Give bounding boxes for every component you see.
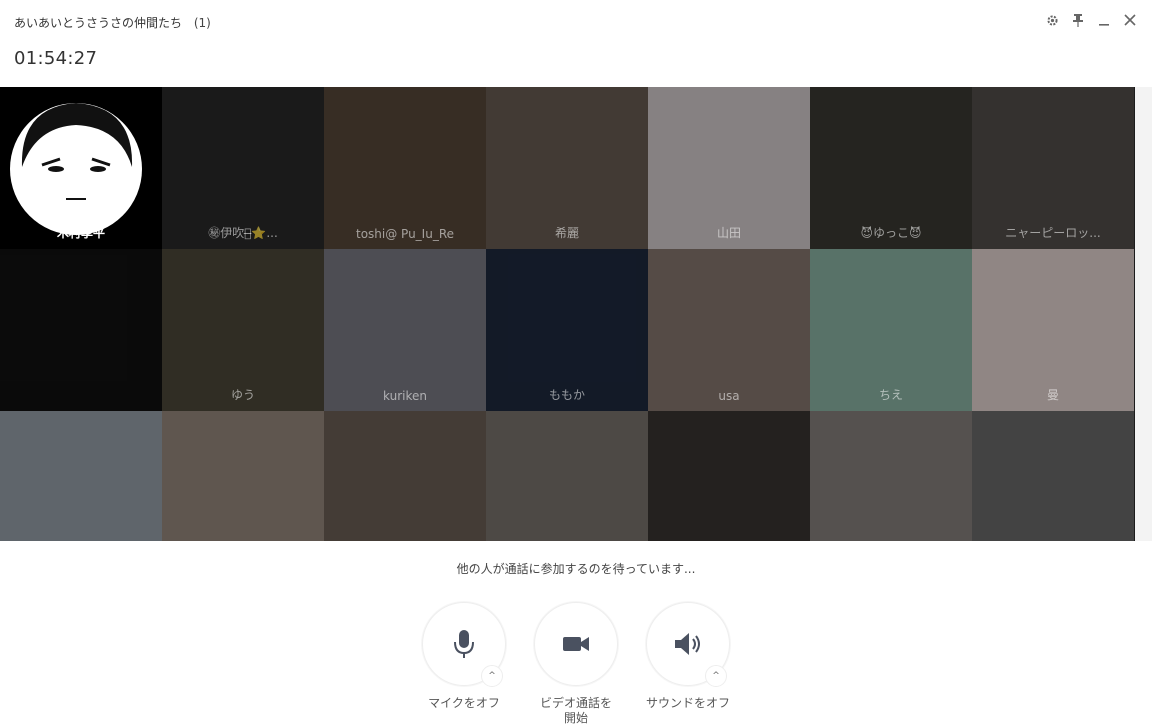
participant-name: 木村享平: [56, 226, 105, 240]
participant-name: ももか: [548, 388, 585, 402]
participant-tile[interactable]: [0, 249, 162, 411]
minimize-icon[interactable]: [1094, 10, 1114, 30]
participant-tile[interactable]: ちえ: [810, 249, 972, 411]
participant-tile[interactable]: [648, 411, 810, 541]
window-title: あいあいとうさうさの仲間たち (1): [14, 14, 211, 31]
window-controls: [1042, 10, 1140, 30]
gear-icon[interactable]: [1042, 10, 1062, 30]
participant-name: ㊙伊吹㊙̶⭐...: [208, 226, 278, 240]
tile-overlay: [972, 411, 1134, 541]
mic-control: ^ マイクをオフ: [409, 602, 519, 711]
participant-name: ゆう: [230, 388, 255, 402]
mute-sound-label: サウンドをオフ: [645, 696, 730, 710]
microphone-icon: [452, 628, 476, 660]
tile-overlay: [162, 411, 324, 541]
participant-name: 希麗: [554, 226, 579, 240]
participant-tile[interactable]: [324, 411, 486, 541]
participant-tile[interactable]: [972, 411, 1134, 541]
participant-tile[interactable]: [486, 411, 648, 541]
close-icon[interactable]: [1120, 10, 1140, 30]
sound-options-chevron-icon[interactable]: ^: [705, 665, 727, 687]
tile-overlay: [810, 411, 972, 541]
participant-name: kuriken: [383, 389, 427, 403]
start-video-label: ビデオ通話を開始: [539, 696, 612, 725]
tile-overlay: [324, 411, 486, 541]
participant-tile[interactable]: 山田: [648, 87, 810, 249]
participant-tile[interactable]: kuriken: [324, 249, 486, 411]
participant-name: 山田: [716, 226, 741, 240]
tile-overlay: [648, 411, 810, 541]
participant-tile[interactable]: 希麗: [486, 87, 648, 249]
tile-overlay: [324, 87, 486, 249]
participant-tile[interactable]: 😈ゆっこ😈: [810, 87, 972, 249]
grid-scrollbar[interactable]: [1135, 87, 1152, 541]
participant-tile[interactable]: ゆう: [162, 249, 324, 411]
title-bar: あいあいとうさうさの仲間たち (1): [0, 0, 1152, 44]
call-timer: 01:54:27: [14, 48, 98, 69]
call-controls: ^ マイクをオフ ビデオ通話を開始 ^ サウンドをオフ: [0, 602, 1152, 725]
participant-tile[interactable]: [810, 411, 972, 541]
mute-mic-label: マイクをオフ: [428, 696, 500, 710]
participant-tile[interactable]: [162, 411, 324, 541]
tile-overlay: [486, 411, 648, 541]
sound-control: ^ サウンドをオフ: [633, 602, 743, 711]
start-video-button[interactable]: [534, 602, 618, 686]
participant-name: usa: [718, 389, 740, 403]
participant-tile[interactable]: usa: [648, 249, 810, 411]
tile-overlay: [324, 249, 486, 411]
pin-icon[interactable]: [1068, 10, 1088, 30]
tile-overlay: [0, 249, 162, 411]
participant-tile[interactable]: ニャーピーロッ...: [972, 87, 1134, 249]
tile-overlay: [0, 411, 162, 541]
participant-tile[interactable]: ももか: [486, 249, 648, 411]
participant-name: 曼: [1046, 388, 1059, 402]
video-control: ビデオ通話を開始: [521, 602, 631, 726]
group-name: あいあいとうさうさの仲間たち: [14, 16, 183, 30]
participant-tile[interactable]: toshi@ Pu_Iu_Re: [324, 87, 486, 249]
tile-overlay: [648, 249, 810, 411]
participant-name: 😈ゆっこ😈: [860, 226, 922, 240]
mic-options-chevron-icon[interactable]: ^: [481, 665, 503, 687]
participant-name: ちえ: [878, 388, 903, 402]
speaker-icon: [673, 631, 703, 657]
participant-name: ニャーピーロッ...: [1005, 226, 1101, 240]
participant-tile[interactable]: 木村享平: [0, 87, 162, 249]
video-camera-icon: [562, 634, 590, 654]
member-count: (1): [193, 16, 211, 30]
participant-name: toshi@ Pu_Iu_Re: [355, 227, 454, 241]
call-status: 他の人が通話に参加するのを待っています...: [456, 562, 696, 576]
participant-tile[interactable]: [0, 411, 162, 541]
mute-sound-button[interactable]: ^: [646, 602, 730, 687]
mute-mic-button[interactable]: ^: [422, 602, 506, 687]
participant-grid: 木村享平 ㊙伊吹㊙̶⭐... toshi@ Pu_Iu_Re 希麗 山田 😈ゆっこ😈 ニャー…: [0, 87, 1135, 541]
participant-tile[interactable]: ㊙伊吹㊙̶⭐...: [162, 87, 324, 249]
participant-tile[interactable]: 曼: [972, 249, 1134, 411]
